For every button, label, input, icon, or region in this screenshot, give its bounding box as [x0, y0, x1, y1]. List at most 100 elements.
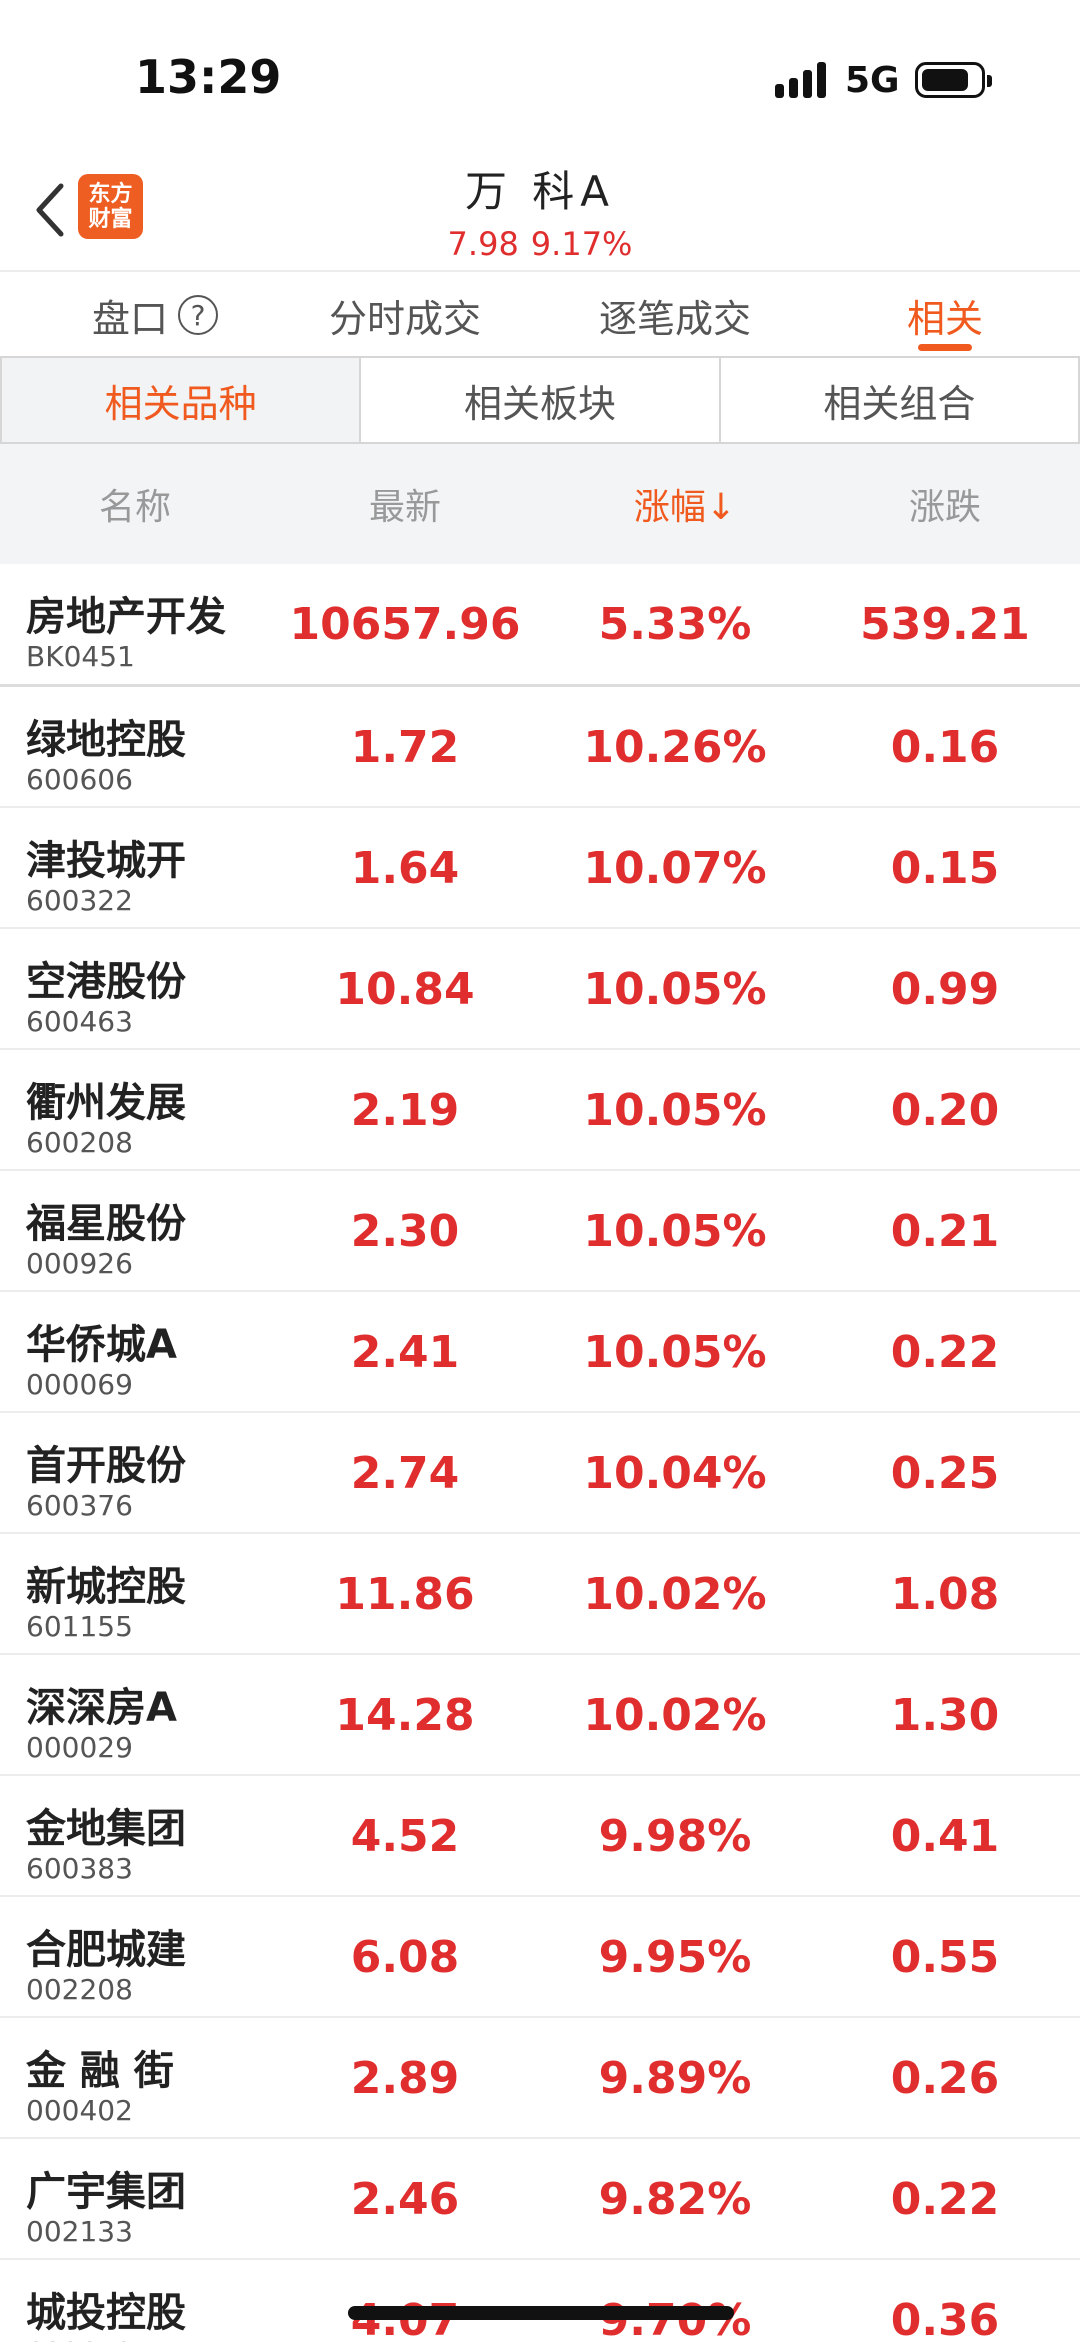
- table-row[interactable]: 合肥城建 002208 6.08 9.95% 0.55: [0, 1897, 1080, 2018]
- row-change-pct: 9.98%: [598, 1811, 752, 1862]
- stock-price: 7.98: [447, 225, 519, 263]
- row-change: 0.21: [890, 1206, 1000, 1257]
- row-change: 0.22: [890, 1327, 1000, 1378]
- stock-name: 万 科A: [464, 167, 616, 216]
- row-name: 新城控股: [26, 1564, 186, 1610]
- row-name: 深深房A: [26, 1685, 177, 1731]
- row-latest-price: 2.74: [350, 1448, 460, 1499]
- table-row[interactable]: 广宇集团 002133 2.46 9.82% 0.22: [0, 2139, 1080, 2260]
- row-code: 000402: [26, 2094, 133, 2127]
- row-change-pct: 9.70%: [540, 2260, 810, 2342]
- status-bar: 13:29 5G: [0, 0, 1080, 150]
- segment-related-sectors[interactable]: 相关板块: [361, 358, 721, 442]
- row-name: 福星股份: [26, 1201, 186, 1247]
- row-latest-price: 2.41: [350, 1327, 460, 1378]
- row-latest-price: 4.52: [350, 1811, 460, 1862]
- table-row[interactable]: 金 融 街 000402 2.89 9.89% 0.26: [0, 2018, 1080, 2139]
- row-latest-price: 2.89: [350, 2053, 460, 2104]
- row-code: 000926: [26, 1247, 133, 1280]
- sector-row[interactable]: 房地产开发 BK0451 10657.96 5.33% 539.21: [0, 564, 1080, 687]
- table-row[interactable]: 新城控股 601155 11.86 10.02% 1.08: [0, 1534, 1080, 1655]
- row-latest-price: 10657.96: [289, 599, 521, 650]
- row-code: 600208: [26, 1126, 133, 1159]
- row-name: 金地集团: [26, 1806, 186, 1852]
- active-tab-indicator: [918, 344, 972, 351]
- row-change-pct: 10.05%: [583, 1085, 767, 1136]
- row-name: 合肥城建: [26, 1927, 186, 1973]
- related-segments: 相关品种 相关板块 相关组合: [0, 356, 1080, 444]
- tab-label: 相关: [906, 296, 983, 341]
- tab-order-book[interactable]: 盘口 ?: [60, 272, 250, 358]
- row-name: 津投城开: [26, 838, 186, 884]
- segment-related-stocks[interactable]: 相关品种: [2, 358, 362, 442]
- battery-icon: [915, 62, 992, 98]
- row-latest-price: 11.86: [335, 1569, 475, 1620]
- stock-header: 东方 财富 万 科A 7.98 9.17%: [0, 150, 1080, 270]
- table-row[interactable]: 深深房A 000029 14.28 10.02% 1.30: [0, 1655, 1080, 1776]
- table-row[interactable]: 绿地控股 600606 1.72 10.26% 0.16: [0, 687, 1080, 808]
- table-row[interactable]: 华侨城A 000069 2.41 10.05% 0.22: [0, 1292, 1080, 1413]
- row-name: 广宇集团: [26, 2169, 186, 2215]
- column-name[interactable]: 名称: [0, 444, 270, 564]
- table-row[interactable]: 福星股份 000926 2.30 10.05% 0.21: [0, 1171, 1080, 1292]
- row-change: 1.08: [890, 1569, 1000, 1620]
- row-latest-price: 14.28: [335, 1690, 475, 1741]
- segment-related-portfolios[interactable]: 相关组合: [721, 358, 1078, 442]
- row-name: 空港股份: [26, 959, 186, 1005]
- row-change: 0.20: [890, 1085, 1000, 1136]
- table-row[interactable]: 金地集团 600383 4.52 9.98% 0.41: [0, 1776, 1080, 1897]
- back-button[interactable]: [20, 170, 80, 250]
- stock-change-pct: 9.17%: [530, 225, 633, 263]
- row-code: 002133: [26, 2215, 133, 2248]
- row-change-pct: 9.89%: [598, 2053, 752, 2104]
- row-code: 000029: [26, 1731, 133, 1764]
- row-change-pct: 10.04%: [583, 1448, 767, 1499]
- row-change: 0.99: [890, 964, 1000, 1015]
- row-change: 1.30: [890, 1690, 1000, 1741]
- tab-label: 分时成交: [328, 296, 481, 341]
- column-latest[interactable]: 最新: [270, 444, 540, 564]
- tab-label: 逐笔成交: [598, 296, 751, 341]
- column-change-pct-sorted[interactable]: 涨幅↓: [540, 444, 830, 564]
- row-code: 002208: [26, 1973, 133, 2006]
- row-code: 601155: [26, 1610, 133, 1643]
- row-change: 0.26: [890, 2053, 1000, 2104]
- row-change-pct: 9.82%: [598, 2174, 752, 2225]
- column-change[interactable]: 涨跌: [810, 444, 1080, 564]
- row-code: 600649: [26, 2336, 133, 2342]
- table-row[interactable]: 首开股份 600376 2.74 10.04% 0.25: [0, 1413, 1080, 1534]
- table-row[interactable]: 津投城开 600322 1.64 10.07% 0.15: [0, 808, 1080, 929]
- app-logo[interactable]: 东方 财富: [78, 174, 143, 239]
- stock-quote: 7.98 9.17%: [340, 225, 740, 263]
- row-name: 绿地控股: [26, 717, 186, 763]
- detail-tabs: 盘口 ? 分时成交 逐笔成交 相关: [0, 270, 1080, 356]
- title-block: 万 科A 7.98 9.17%: [340, 158, 740, 263]
- row-change-pct: 10.05%: [583, 1206, 767, 1257]
- row-name: 华侨城A: [26, 1322, 177, 1368]
- row-name: 金 融 街: [26, 2048, 174, 2094]
- network-type: 5G: [845, 60, 900, 101]
- row-latest-price: 2.46: [350, 2174, 460, 2225]
- help-icon[interactable]: ?: [178, 295, 218, 335]
- row-change-pct: 10.26%: [583, 722, 767, 773]
- tab-tick-trades[interactable]: 逐笔成交: [570, 272, 780, 358]
- table-row[interactable]: 空港股份 600463 10.84 10.05% 0.99: [0, 929, 1080, 1050]
- status-time: 13:29: [135, 50, 282, 104]
- row-code: 000069: [26, 1368, 133, 1401]
- table-row[interactable]: 衢州发展 600208 2.19 10.05% 0.20: [0, 1050, 1080, 1171]
- tab-intraday-trades[interactable]: 分时成交: [300, 272, 510, 358]
- row-code: 600376: [26, 1489, 133, 1522]
- related-stock-list: 房地产开发 BK0451 10657.96 5.33% 539.21 绿地控股 600606…: [0, 564, 1080, 2342]
- row-latest-price: 4.07: [270, 2260, 540, 2342]
- row-latest-price: 1.72: [350, 722, 460, 773]
- row-code: 600606: [26, 763, 133, 796]
- row-code: BK0451: [26, 640, 135, 673]
- chevron-left-icon: [36, 183, 64, 237]
- row-latest-price: 1.64: [350, 843, 460, 894]
- column-header: 名称 最新 涨幅↓ 涨跌: [0, 444, 1080, 564]
- row-change: 539.21: [860, 599, 1030, 650]
- row-code: 600383: [26, 1852, 133, 1885]
- row-name: 衢州发展: [26, 1080, 186, 1126]
- row-change-pct: 10.02%: [583, 1569, 767, 1620]
- table-row[interactable]: 城投控股600649 4.079.70% 0.36: [0, 2260, 1080, 2342]
